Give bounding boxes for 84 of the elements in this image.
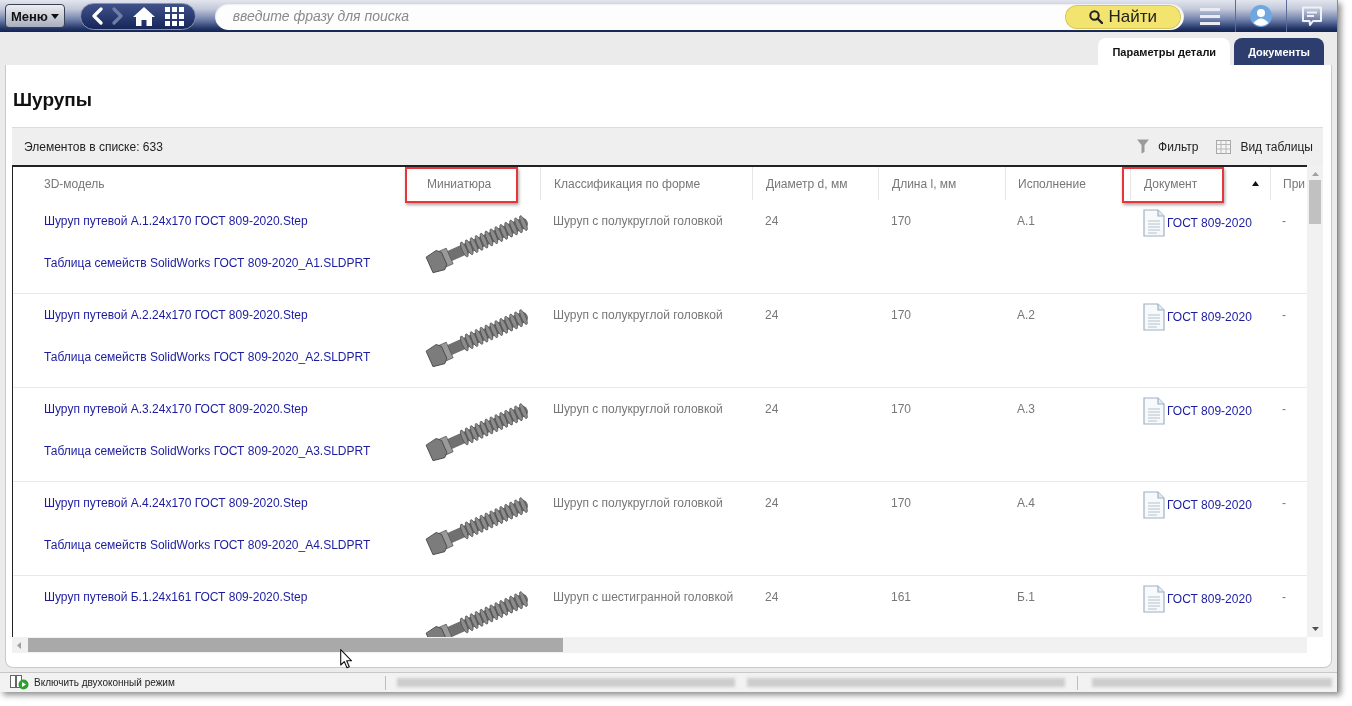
back-button[interactable] (90, 6, 105, 26)
table-cell: 170 (891, 308, 912, 322)
table-cell: 24 (765, 308, 779, 322)
document-link[interactable]: ГОСТ 809-2020 (1167, 498, 1252, 512)
tab[interactable]: Параметры детали (1098, 38, 1231, 65)
caret-icon (50, 13, 59, 19)
table-cell: - (1282, 214, 1286, 228)
tab[interactable]: Документы (1234, 38, 1324, 65)
column-header[interactable]: Классификация по форме (554, 176, 701, 191)
column-header[interactable]: При (1283, 176, 1305, 191)
filter-button[interactable]: Фильтр (1137, 139, 1199, 154)
apps-button[interactable] (163, 5, 186, 27)
chevron-right-icon (112, 7, 125, 25)
vertical-scrollbar[interactable] (1307, 165, 1323, 637)
table-grid-icon (1216, 139, 1232, 154)
table-cell: А.2 (1017, 308, 1035, 322)
scrollbar-thumb[interactable] (1309, 180, 1321, 224)
chat-bubble-icon (1301, 5, 1324, 27)
column-header[interactable]: Диаметр d, мм (766, 176, 848, 191)
table-cell: Шуруп с полукруглой головкой (553, 214, 723, 228)
document-icon (1143, 585, 1165, 613)
main-menu-button[interactable] (1197, 5, 1222, 27)
column-header[interactable]: 3D-модель (44, 176, 105, 191)
item-count: Элементов в списке: 633 (24, 139, 163, 154)
menu-icon (1199, 7, 1220, 25)
table-cell: 170 (891, 496, 912, 510)
home-button[interactable] (132, 5, 157, 27)
file-link[interactable]: Таблица семейств SolidWorks ГОСТ 809-2020_А2.SLDPRT (44, 350, 371, 364)
search-icon (1089, 9, 1104, 24)
table-cell: Б.1 (1017, 590, 1035, 604)
scroll-down-arrow-icon[interactable] (1311, 627, 1319, 631)
table-cell: - (1282, 496, 1286, 510)
table-cell: - (1282, 402, 1286, 416)
table-cell: 24 (765, 590, 779, 604)
table-cell: А.1 (1017, 214, 1035, 228)
column-header[interactable]: Документ (1144, 176, 1198, 191)
two-pane-icon (10, 675, 29, 690)
file-link[interactable]: Шуруп путевой А.3.24x170 ГОСТ 809-2020.Step (44, 402, 308, 416)
table-cell: - (1282, 308, 1286, 322)
file-link[interactable]: Таблица семейств SolidWorks ГОСТ 809-2020_А3.SLDPRT (44, 444, 371, 458)
table-view-button[interactable]: Вид таблицы (1216, 139, 1313, 154)
file-link[interactable]: Шуруп путевой Б.1.24x161 ГОСТ 809-2020.Step (44, 590, 308, 604)
profile-button[interactable] (1248, 3, 1275, 29)
document-link[interactable]: ГОСТ 809-2020 (1167, 592, 1252, 606)
page-title: Шурупы (12, 88, 94, 112)
sort-ascending-icon[interactable] (1252, 181, 1259, 186)
document-icon (1143, 491, 1165, 519)
table-cell: Шуруп с полукруглой головкой (553, 402, 723, 416)
document-icon (1143, 209, 1165, 237)
file-link[interactable]: Таблица семейств SolidWorks ГОСТ 809-2020_А1.SLDPRT (44, 256, 371, 270)
column-header[interactable]: Длина l, мм (892, 176, 957, 191)
document-icon (1143, 303, 1165, 331)
user-avatar-icon (1250, 5, 1273, 27)
table-cell: Шуруп с полукруглой головкой (553, 496, 723, 510)
scrollbar-thumb[interactable] (28, 638, 563, 652)
chevron-left-icon (91, 7, 104, 25)
table-cell: 24 (765, 402, 779, 416)
table-cell: Шуруп с полукруглой головкой (553, 308, 723, 322)
document-link[interactable]: ГОСТ 809-2020 (1167, 310, 1252, 324)
column-header[interactable]: Миниатюра (427, 176, 492, 191)
two-pane-mode-button[interactable]: Включить двухоконный режим (10, 675, 175, 690)
file-link[interactable]: Шуруп путевой А.4.24x170 ГОСТ 809-2020.Step (44, 496, 308, 510)
table-cell: 170 (891, 402, 912, 416)
search-button[interactable]: Найти (1066, 5, 1181, 28)
table-cell: Шуруп с шестигранной головкой (553, 590, 734, 604)
file-link[interactable]: Шуруп путевой А.1.24x170 ГОСТ 809-2020.Step (44, 214, 308, 228)
horizontal-scrollbar[interactable] (12, 637, 1307, 653)
document-link[interactable]: ГОСТ 809-2020 (1167, 404, 1252, 418)
file-link[interactable]: Таблица семейств SolidWorks ГОСТ 809-2020_А4.SLDPRT (44, 538, 371, 552)
table-cell: 170 (891, 214, 912, 228)
file-link[interactable]: Шуруп путевой А.2.24x170 ГОСТ 809-2020.Step (44, 308, 308, 322)
table-cell: - (1282, 590, 1286, 604)
column-header[interactable]: Исполнение (1018, 176, 1086, 191)
document-icon (1143, 397, 1165, 425)
document-link[interactable]: ГОСТ 809-2020 (1167, 216, 1252, 230)
filter-icon (1137, 139, 1150, 154)
table-cell: 161 (891, 590, 912, 604)
grid-icon (164, 6, 185, 26)
table-cell: А.3 (1017, 402, 1035, 416)
table-cell: 24 (765, 214, 779, 228)
home-icon (133, 6, 156, 26)
table-cell: А.4 (1017, 496, 1035, 510)
table-cell: 24 (765, 496, 779, 510)
menu-button[interactable]: Меню (5, 4, 65, 28)
